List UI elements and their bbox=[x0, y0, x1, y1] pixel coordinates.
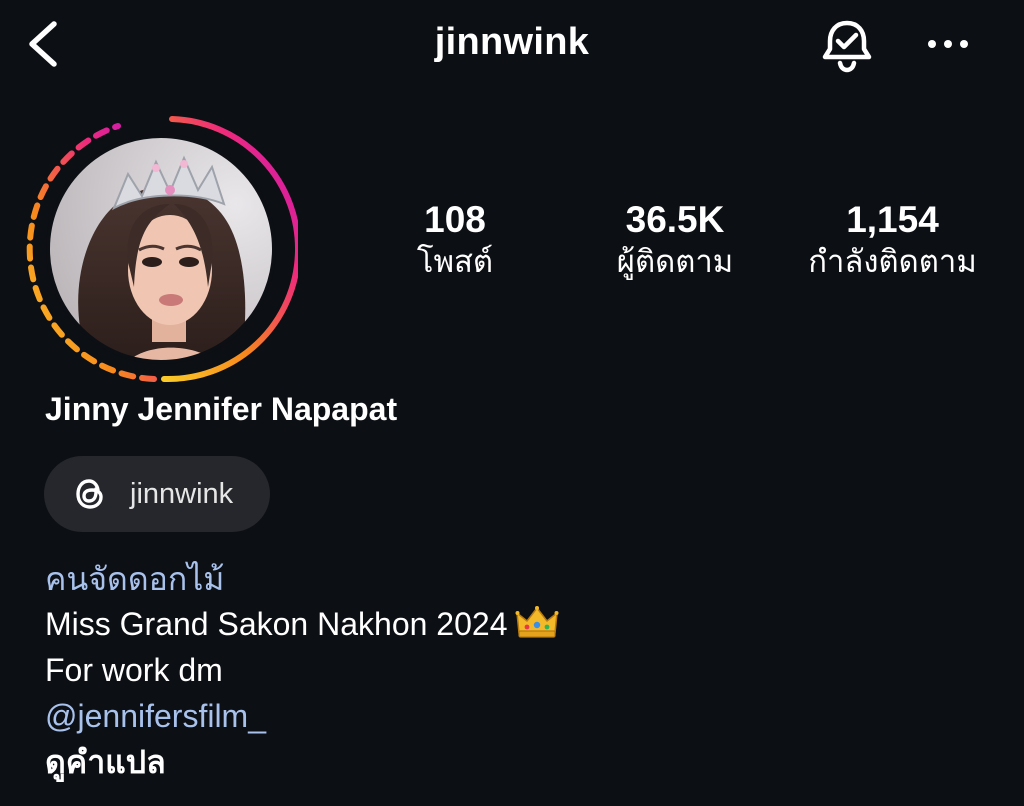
posts-label: โพสต์ bbox=[416, 244, 494, 279]
top-bar: jinnwink bbox=[0, 0, 1024, 90]
profile-username-title: jinnwink bbox=[434, 21, 590, 63]
crown-emoji bbox=[515, 606, 559, 638]
more-horizontal-icon bbox=[928, 40, 968, 48]
story-ring bbox=[26, 116, 302, 383]
bio-line-title: Miss Grand Sakon Nakhon 2024 bbox=[45, 601, 559, 647]
stat-following[interactable]: 1,154 กำลังติดตาม bbox=[785, 196, 1000, 282]
see-translation-button[interactable]: ดูคำแปล bbox=[45, 739, 166, 785]
posts-count: 108 bbox=[424, 199, 486, 240]
threads-profile-button[interactable]: jinnwink bbox=[44, 456, 270, 532]
following-count: 1,154 bbox=[846, 199, 939, 240]
stat-followers[interactable]: 36.5K ผู้ติดตาม bbox=[580, 196, 770, 282]
bio-title-text: Miss Grand Sakon Nakhon 2024 bbox=[45, 606, 508, 642]
chevron-left-icon bbox=[29, 21, 57, 67]
threads-icon bbox=[76, 479, 103, 509]
bio-category: คนจัดดอกไม้ bbox=[45, 561, 225, 597]
notifications-bell-button[interactable] bbox=[818, 16, 876, 74]
more-options-button[interactable] bbox=[922, 24, 974, 64]
profile-display-name: Jinny Jennifer Napapat bbox=[45, 391, 398, 427]
followers-label: ผู้ติดตาม bbox=[616, 244, 734, 279]
bio-line-work: For work dm bbox=[45, 652, 223, 688]
followers-count: 36.5K bbox=[625, 199, 725, 240]
following-label: กำลังติดตาม bbox=[808, 244, 977, 279]
profile-avatar[interactable] bbox=[24, 112, 302, 386]
threads-username: jinnwink bbox=[130, 478, 234, 510]
bell-check-icon bbox=[822, 20, 872, 73]
bio-mention-link[interactable]: @jennifersfilm_ bbox=[45, 693, 266, 739]
stat-posts[interactable]: 108 โพสต์ bbox=[380, 196, 530, 282]
back-button[interactable] bbox=[22, 18, 66, 70]
